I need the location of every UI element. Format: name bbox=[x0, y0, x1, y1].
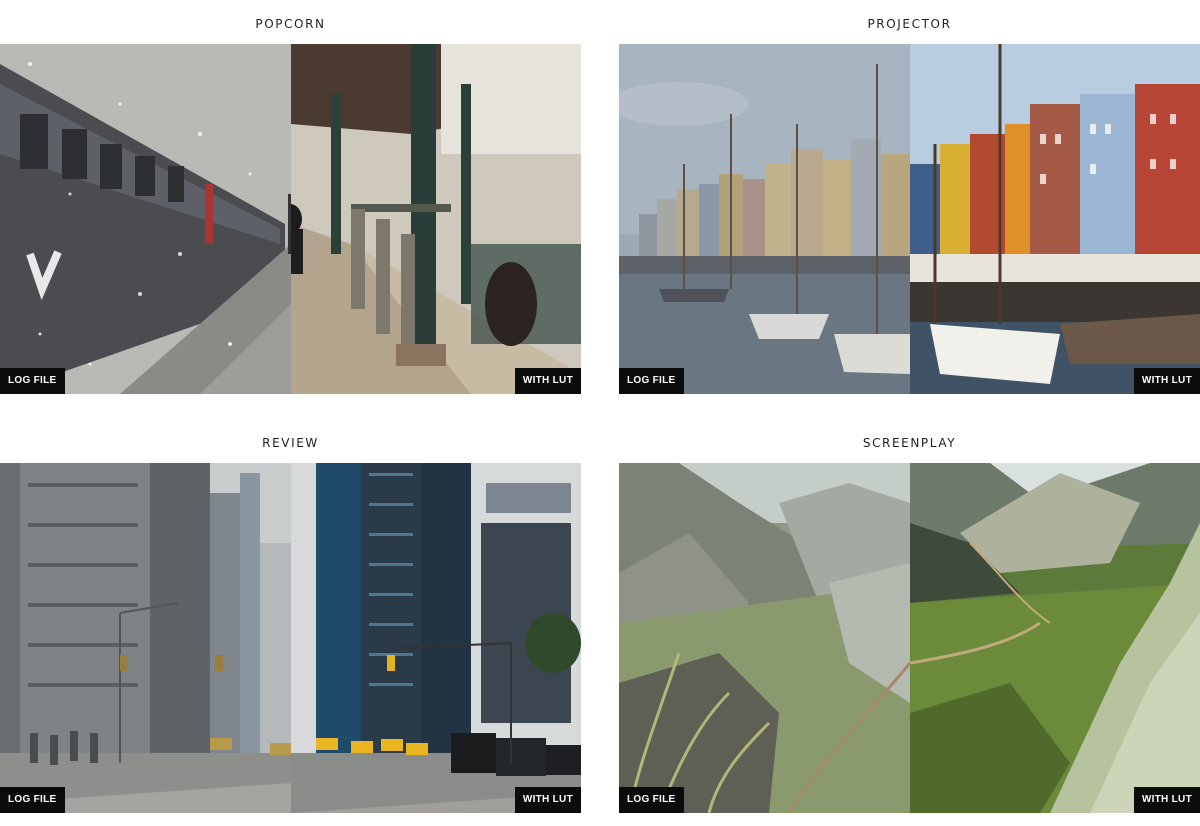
card-title: PROJECTOR bbox=[867, 17, 952, 31]
with-lut-label: WITH LUT bbox=[514, 368, 581, 394]
card-title: REVIEW bbox=[262, 436, 319, 450]
lut-card-projector: PROJECTOR LOG FILE WITH LUT bbox=[619, 0, 1200, 394]
before-after-comparison[interactable]: LOG FILE WITH LUT bbox=[0, 44, 581, 394]
lut-image-train-station bbox=[291, 44, 581, 394]
log-file-label: LOG FILE bbox=[0, 368, 65, 394]
log-file-label: LOG FILE bbox=[0, 787, 65, 813]
before-after-comparison[interactable]: LOG FILE WITH LUT bbox=[619, 44, 1200, 394]
lut-image-harbor bbox=[910, 44, 1200, 394]
log-file-label: LOG FILE bbox=[619, 787, 684, 813]
before-after-comparison[interactable]: LOG FILE WITH LUT bbox=[619, 463, 1200, 813]
lut-card-popcorn: POPCORN LOG FILE WITH LUT bbox=[0, 0, 581, 394]
lut-card-review: REVIEW LOG FILE WITH LUT bbox=[0, 419, 581, 813]
card-title: SCREENPLAY bbox=[862, 436, 957, 450]
log-file-label: LOG FILE bbox=[619, 368, 684, 394]
log-image-harbor bbox=[619, 44, 910, 394]
log-image-city-street bbox=[0, 463, 291, 813]
with-lut-label: WITH LUT bbox=[1133, 787, 1200, 813]
log-image-mountain-valley bbox=[619, 463, 910, 813]
with-lut-label: WITH LUT bbox=[1133, 368, 1200, 394]
before-after-comparison[interactable]: LOG FILE WITH LUT bbox=[0, 463, 581, 813]
with-lut-label: WITH LUT bbox=[514, 787, 581, 813]
log-image-train-station bbox=[0, 44, 291, 394]
card-title: POPCORN bbox=[255, 17, 326, 31]
lut-image-city-street bbox=[291, 463, 581, 813]
lut-card-screenplay: SCREENPLAY LOG FILE WITH LUT bbox=[619, 419, 1200, 813]
lut-image-mountain-valley bbox=[910, 463, 1200, 813]
